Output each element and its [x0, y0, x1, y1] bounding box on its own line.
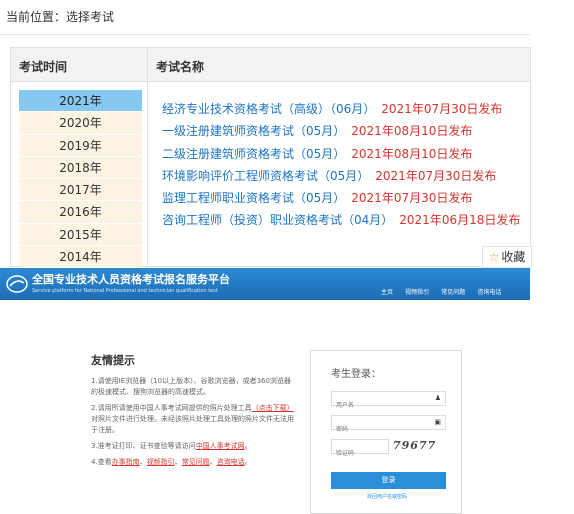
- tip-text: 1.请使用IE浏览器（10以上版本）、谷歌浏览器，或者360浏览器的极速模式、搜…: [91, 377, 291, 396]
- exam-publish-date: 2021年07月30日发布: [351, 191, 473, 206]
- tip-text: 。: [244, 442, 252, 450]
- user-icon: ♟: [434, 394, 441, 402]
- star-icon: ☆: [488, 250, 500, 264]
- exam-item[interactable]: 监理工程师职业资格考试（05月） 2021年07月30日发布: [162, 187, 532, 209]
- year-item[interactable]: 2017年: [19, 179, 142, 202]
- nav-home[interactable]: 主页: [381, 289, 393, 296]
- exam-item[interactable]: 二级注册建筑师资格考试（05月） 2021年08月10日发布: [162, 143, 532, 165]
- favorite-button[interactable]: ☆ 收藏: [482, 246, 532, 268]
- tip-item: 4.查看办事指南、视频指引、常见问题、咨询电话。: [91, 457, 296, 468]
- exam-item[interactable]: 一级注册建筑师资格考试（05月） 2021年08月10日发布: [162, 120, 532, 142]
- forgot-account-link[interactable]: 找回用户名或密码: [311, 493, 463, 500]
- tip-text: 、: [174, 458, 182, 466]
- lock-icon: ▣: [434, 418, 441, 426]
- exam-link[interactable]: 环境影响评价工程师资格考试（05月）: [162, 169, 369, 183]
- breadcrumb: 当前位置：选择考试: [6, 10, 115, 24]
- breadcrumb-divider: [0, 34, 530, 35]
- captcha-field: [331, 439, 389, 460]
- exam-selection-panel: 考试时间 考试名称 2021年 2020年 2019年 2018年 2017年 …: [10, 47, 532, 268]
- exam-publish-date: 2021年06月18日发布: [399, 213, 521, 228]
- year-item[interactable]: 2016年: [19, 201, 142, 224]
- portal-title: 全国专业技术人员资格考试报名服务平台: [32, 273, 230, 286]
- exam-item[interactable]: 咨询工程师（投资）职业资格考试（04月） 2021年06月18日发布: [162, 209, 532, 231]
- exam-list: 经济专业技术资格考试（高级）（06月） 2021年07月30日发布 一级注册建筑师…: [162, 98, 532, 232]
- year-item[interactable]: 2021年: [19, 90, 142, 113]
- exam-item[interactable]: 经济专业技术资格考试（高级）（06月） 2021年07月30日发布: [162, 98, 532, 120]
- tip-text: 、: [209, 458, 217, 466]
- tips-title: 友情提示: [91, 354, 135, 367]
- header-exam-name: 考试名称: [156, 60, 205, 74]
- username-field: ♟: [331, 391, 446, 412]
- tip-text: 对照片文件进行处理。未经该照片处理工具处理的照片文件无法用于注册。: [91, 415, 294, 434]
- faq-link[interactable]: 常见问题: [182, 458, 210, 466]
- exam-link[interactable]: 二级注册建筑师资格考试（05月）: [162, 147, 345, 161]
- exam-publish-date: 2021年07月30日发布: [381, 102, 503, 116]
- password-input[interactable]: [332, 423, 422, 436]
- tip-item: 2.请用所请使用中国人事考试网提供的照片处理工具（点击下载） 对照片文件进行处理。…: [91, 403, 296, 436]
- favorite-label: 收藏: [501, 250, 526, 264]
- column-divider: [147, 48, 148, 268]
- video-guide-link[interactable]: 视频指引: [147, 458, 175, 466]
- nav-faq[interactable]: 常见问题: [441, 289, 465, 296]
- exam-link[interactable]: 监理工程师职业资格考试（05月）: [162, 191, 345, 205]
- portal-header: 全国专业技术人员资格考试报名服务平台 Service platform for …: [0, 268, 530, 300]
- year-item[interactable]: 2020年: [19, 112, 142, 135]
- download-tool-link[interactable]: （点击下载）: [252, 404, 294, 412]
- nav-video-guide[interactable]: 视频指引: [405, 289, 429, 296]
- exam-link[interactable]: 经济专业技术资格考试（高级）（06月）: [162, 102, 375, 116]
- exam-link[interactable]: 一级注册建筑师资格考试（05月）: [162, 124, 345, 138]
- login-title: 考生登录：: [331, 369, 381, 380]
- login-button[interactable]: 登录: [331, 472, 446, 489]
- exam-item[interactable]: 环境影响评价工程师资格考试（05月） 2021年07月30日发布: [162, 165, 532, 187]
- header-exam-time: 考试时间: [19, 60, 68, 74]
- portal-nav: 主页 视频指引 常见问题 咨询电话: [381, 279, 508, 298]
- year-item[interactable]: 2019年: [19, 134, 142, 157]
- portal-subtitle: Service platform for National Profession…: [32, 288, 218, 294]
- cpta-site-link[interactable]: 中国人事考试网: [196, 442, 245, 450]
- captcha-input[interactable]: [332, 447, 384, 460]
- year-item[interactable]: 2014年: [19, 246, 142, 268]
- year-list: 2021年 2020年 2019年 2018年 2017年 2016年 2015…: [19, 90, 142, 268]
- login-box: 考生登录： ♟ ▣ 79677 登录 找回用户名或密码: [310, 350, 462, 514]
- exam-link[interactable]: 咨询工程师（投资）职业资格考试（04月）: [162, 213, 393, 227]
- tip-text: 、: [139, 458, 147, 466]
- guide-link[interactable]: 办事指南: [112, 458, 140, 466]
- tip-item: 1.请使用IE浏览器（10以上版本）、谷歌浏览器，或者360浏览器的极速模式、搜…: [91, 376, 296, 398]
- tip-text: 。: [244, 458, 252, 466]
- username-input[interactable]: [332, 399, 422, 412]
- exam-publish-date: 2021年08月10日发布: [351, 124, 473, 139]
- nav-hotline[interactable]: 咨询电话: [477, 289, 501, 296]
- exam-table-header: 考试时间 考试名称: [11, 48, 530, 82]
- hotline-link[interactable]: 咨询电话: [217, 458, 245, 466]
- year-item[interactable]: 2018年: [19, 156, 142, 180]
- tip-text: 2.请用所请使用中国人事考试网提供的照片处理工具: [91, 404, 252, 412]
- tip-text: 3.准考证打印、证书查验等请访问: [91, 442, 196, 450]
- year-item[interactable]: 2015年: [19, 223, 142, 247]
- captcha-image[interactable]: 79677: [393, 439, 439, 455]
- tip-item: 3.准考证打印、证书查验等请访问中国人事考试网。: [91, 441, 296, 452]
- tip-text: 4.查看: [91, 458, 112, 466]
- exam-publish-date: 2021年07月30日发布: [375, 168, 497, 183]
- portal-logo-icon: [6, 275, 28, 293]
- password-field: ▣: [331, 415, 446, 436]
- exam-publish-date: 2021年08月10日发布: [351, 146, 473, 161]
- tips-panel: 友情提示 1.请使用IE浏览器（10以上版本）、谷歌浏览器，或者360浏览器的极…: [91, 352, 296, 473]
